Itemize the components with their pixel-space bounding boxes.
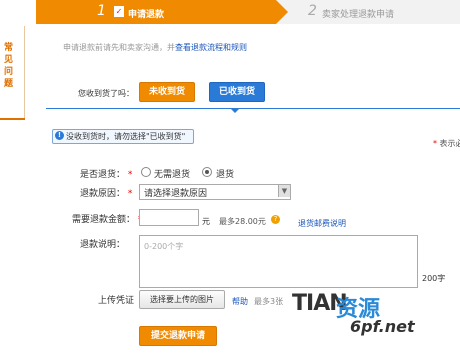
required-note: * 表示必	[433, 138, 460, 149]
amount-label-text: 需要退款金额：	[72, 215, 136, 225]
reason-select-value[interactable]: 请选择退款原因	[144, 186, 207, 199]
return-goods-label: 是否退货： *	[80, 170, 133, 180]
notice-prefix: 申请退款前请先和卖家沟通，并	[63, 43, 175, 52]
amount-max: 最多28.00元	[219, 217, 266, 226]
upload-label: 上传凭证	[98, 296, 135, 306]
step-1-number: 1	[97, 3, 106, 19]
section-divider	[46, 108, 460, 109]
received-button[interactable]: 已收到货	[209, 82, 265, 102]
warning-text: 没收到货时，请勿选择"已收到货"	[66, 132, 186, 141]
notice-text: 申请退款前请先和卖家沟通，并查看退款流程和规则	[63, 42, 247, 53]
return-label[interactable]: 退货	[216, 167, 234, 180]
help-icon[interactable]: ?	[271, 215, 280, 224]
description-label: 退款说明：	[80, 240, 126, 250]
required-note-text: 表示必	[439, 139, 460, 148]
not-received-button[interactable]: 未收到货	[139, 82, 195, 102]
faq-side-tab-label[interactable]: 常见问题	[4, 42, 18, 90]
received-question: 您收到货了吗：	[78, 89, 134, 98]
amount-label: 需要退款金额： *	[72, 212, 142, 225]
refund-rules-link[interactable]: 查看退款流程和规则	[175, 43, 247, 52]
step-arrow	[276, 0, 288, 24]
reason-label-text: 退款原因：	[80, 189, 126, 199]
step-2-label: 卖家处理退款申请	[322, 10, 395, 20]
step-1-icon: ✓	[114, 6, 124, 17]
upload-image-button[interactable]: 选择要上传的图片	[139, 290, 225, 309]
side-tab-accent	[0, 118, 25, 120]
return-goods-label-text: 是否退货：	[80, 170, 126, 180]
no-return-radio[interactable]	[141, 167, 151, 177]
shipping-fee-link[interactable]: 退货邮费说明	[298, 218, 346, 229]
upload-limit: 最多3张	[254, 297, 284, 306]
description-placeholder[interactable]: 0-200个字	[144, 241, 183, 252]
return-radio-selected-dot	[205, 170, 209, 174]
upload-help-link[interactable]: 帮助	[232, 296, 248, 307]
reason-label: 退款原因： *	[80, 189, 133, 199]
description-limit: 200字	[422, 274, 446, 283]
amount-input[interactable]	[139, 209, 199, 226]
info-icon: !	[55, 131, 64, 140]
step-1-label: 申请退款	[128, 10, 165, 20]
amount-unit: 元	[202, 217, 210, 226]
step-2-number: 2	[308, 3, 317, 19]
watermark-site: 6pf.net	[350, 317, 415, 336]
divider-pointer	[230, 108, 240, 113]
submit-refund-button[interactable]: 提交退款申请	[139, 326, 217, 346]
no-return-label[interactable]: 无需退货	[154, 167, 190, 180]
chevron-down-icon[interactable]: ▼	[278, 185, 290, 197]
